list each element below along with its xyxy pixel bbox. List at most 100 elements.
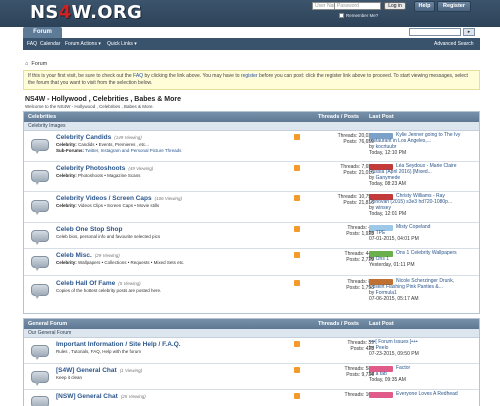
forum-desc-text: Celeb bios, personal info and favourite … — [56, 234, 161, 239]
forum-title-text[interactable]: [S4W] General Chat — [56, 367, 117, 374]
remember-me-checkbox[interactable] — [339, 13, 344, 19]
section-header[interactable]: General Forum Threads / Posts Last Post — [24, 319, 479, 329]
notice-text: If this is your first visit, be sure to … — [28, 73, 134, 79]
last-post: Léa Seydoux - Marie Claire Russia (April… — [369, 163, 479, 187]
rss-icon[interactable] — [294, 226, 300, 232]
login-button[interactable]: Log in — [384, 2, 406, 10]
forum-row: Celeb Hall Of Fame (5 Viewing) Copies of … — [24, 276, 479, 314]
last-post-title[interactable]: Everyone Loves A Redhead — [369, 391, 479, 397]
navbar: FAQ Calendar Forum Actions ▾ Quick Links… — [23, 38, 480, 50]
rss-icon[interactable] — [294, 134, 300, 140]
breadcrumb-forum[interactable]: Forum — [31, 61, 47, 67]
page-description: Welcome to the NS4W - Hollywood , Celebr… — [25, 104, 154, 109]
site-logo[interactable]: NS4W.ORG — [30, 2, 142, 23]
forum-description: Celebrity: Candids • Events, Premieres ,… — [56, 142, 149, 147]
forum-row: [NSW] General Chat (25 Viewing) Threads: … — [24, 390, 479, 406]
notice-text: by clicking the link above. You may have… — [143, 73, 241, 79]
forum-status-icon — [31, 396, 49, 406]
register-button[interactable]: Register — [437, 1, 471, 12]
notice-register-link[interactable]: register — [241, 73, 258, 79]
forum-status-icon — [31, 230, 49, 245]
notice-faq-link[interactable]: FAQ — [133, 73, 143, 79]
forum-status-icon — [31, 139, 49, 154]
section-title[interactable]: Celebrities — [28, 114, 56, 120]
forum-title[interactable]: Celebrity Photoshoots (49 Viewing) — [56, 165, 153, 172]
forum-title[interactable]: Celeb Hall Of Fame (5 Viewing) — [56, 280, 141, 287]
rss-icon[interactable] — [294, 165, 300, 171]
last-post-time: 07-23-2015, 09:50 PM — [369, 351, 419, 357]
forum-title[interactable]: Celeb Misc. (29 Viewing) — [56, 252, 120, 259]
last-post: Kylie Jenner going to The Ivy restaurant… — [369, 132, 479, 156]
forum-title[interactable]: [NSW] General Chat (25 Viewing) — [56, 393, 146, 400]
last-post: •+•[ Forum Issues ]•+• by Peelo 07-23-20… — [369, 339, 479, 357]
nav-forum-actions[interactable]: Forum Actions ▾ — [65, 41, 101, 47]
forum-desc-label: Celebrity: — [56, 203, 77, 208]
forum-status-icon — [31, 256, 49, 271]
nav-quick-links[interactable]: Quick Links ▾ — [107, 41, 137, 47]
forum-stats: Threads: 10,758 Posts: 21,816 — [319, 194, 374, 206]
forum-title[interactable]: Important Information / Site Help / F.A.… — [56, 341, 181, 348]
help-button[interactable]: Help — [414, 1, 435, 12]
site-header: NS4W.ORG User Name Password Log in Remem… — [0, 0, 500, 27]
forum-desc-label: Celebrity: — [56, 260, 77, 265]
forum-status-icon — [31, 284, 49, 299]
search-input[interactable] — [409, 28, 461, 36]
forum-row: Celebrity Videos / Screen Caps (106 Viewi… — [24, 192, 479, 223]
page-title: NS4W - Hollywood , Celebrities , Babes &… — [25, 96, 181, 103]
column-threads-posts: Threads / Posts — [318, 114, 359, 120]
forum-title-text[interactable]: Celeb One Stop Shop — [56, 226, 122, 233]
rss-icon[interactable] — [294, 195, 300, 201]
subforums-label: Sub-Forums: — [56, 148, 84, 153]
logo-text-left: NS — [30, 2, 59, 23]
forum-viewing-count: (1 Viewing) — [119, 368, 143, 373]
forum-status-icon — [31, 345, 49, 360]
forum-title-text[interactable]: Celebrity Candids — [56, 134, 111, 141]
forum-description: Keep it clean — [56, 375, 82, 380]
rss-icon[interactable] — [294, 280, 300, 286]
forum-title[interactable]: Celebrity Candids (149 Viewing) — [56, 134, 142, 141]
tab-forum[interactable]: Forum — [23, 27, 62, 38]
post-count: Posts: 1,923 — [346, 231, 374, 237]
remember-me[interactable]: Remember Me? — [339, 13, 378, 19]
forum-title-text[interactable]: Celeb Hall Of Fame — [56, 280, 115, 287]
forum-description: Celebrity: Photoshoots • Magazine Scans — [56, 173, 140, 178]
forum-title[interactable]: Celeb One Stop Shop — [56, 226, 122, 233]
rss-icon[interactable] — [294, 367, 300, 373]
forum-title-text[interactable]: [NSW] General Chat — [56, 393, 118, 400]
rss-icon[interactable] — [294, 393, 300, 399]
last-post-time: Today, 09:35 AM — [369, 377, 406, 383]
forum-title[interactable]: Celebrity Videos / Screen Caps (106 Viewi… — [56, 195, 182, 202]
column-last-post: Last Post — [369, 114, 394, 120]
rss-icon[interactable] — [294, 341, 300, 347]
forum-title-text[interactable]: Celeb Misc. — [56, 252, 92, 259]
forum-title-text[interactable]: Celebrity Photoshoots — [56, 165, 125, 172]
nav-calendar[interactable]: Calendar — [40, 41, 60, 47]
section-header[interactable]: Celebrities Threads / Posts Last Post — [24, 112, 479, 122]
nav-faq[interactable]: FAQ — [27, 41, 37, 47]
forum-title-text[interactable]: Important Information / Site Help / F.A.… — [56, 341, 181, 348]
logo-text-accent: 4 — [58, 2, 72, 23]
forum-desc-text: Rules , Tutorials, FAQ, Help with the fo… — [56, 349, 142, 354]
last-post: Nicole Scherzinger Drunk, Upskirt Flashi… — [369, 278, 479, 302]
forum-viewing-count: (149 Viewing) — [114, 135, 142, 140]
forum-row: Celebrity Photoshoots (49 Viewing) Celebr… — [24, 162, 479, 192]
forum-desc-text: Videos Clips • Screen Caps • Movie still… — [76, 203, 160, 208]
post-count: Posts: 76,659 — [343, 139, 374, 145]
post-count: Posts: 21,016 — [343, 170, 374, 176]
section-title[interactable]: General Forum — [28, 321, 67, 327]
rss-icon[interactable] — [294, 252, 300, 258]
last-post: Factor by a tab Today, 09:35 AM — [369, 365, 479, 383]
last-post-title[interactable]: Misty Copeland — [369, 224, 479, 230]
subforum-link[interactable]: Twitter, Instagram and Personal Picture … — [84, 148, 181, 153]
forum-title[interactable]: [S4W] General Chat (1 Viewing) — [56, 367, 142, 374]
category-header: Celebrity Images — [24, 122, 479, 131]
forum-viewing-count: (106 Viewing) — [154, 196, 183, 201]
home-icon[interactable]: ⌂ — [25, 61, 28, 67]
password-input[interactable]: Password — [334, 2, 381, 10]
forum-title-text[interactable]: Celebrity Videos / Screen Caps — [56, 195, 152, 202]
forum-description: Copies of the hottest celebrity posts ar… — [56, 288, 161, 293]
forum-stats: Threads: 101 — [319, 392, 374, 398]
search-go-button[interactable]: ▸ — [463, 28, 475, 36]
advanced-search-link[interactable]: Advanced Search — [434, 41, 473, 47]
forum-viewing-count: (5 Viewing) — [118, 281, 141, 286]
